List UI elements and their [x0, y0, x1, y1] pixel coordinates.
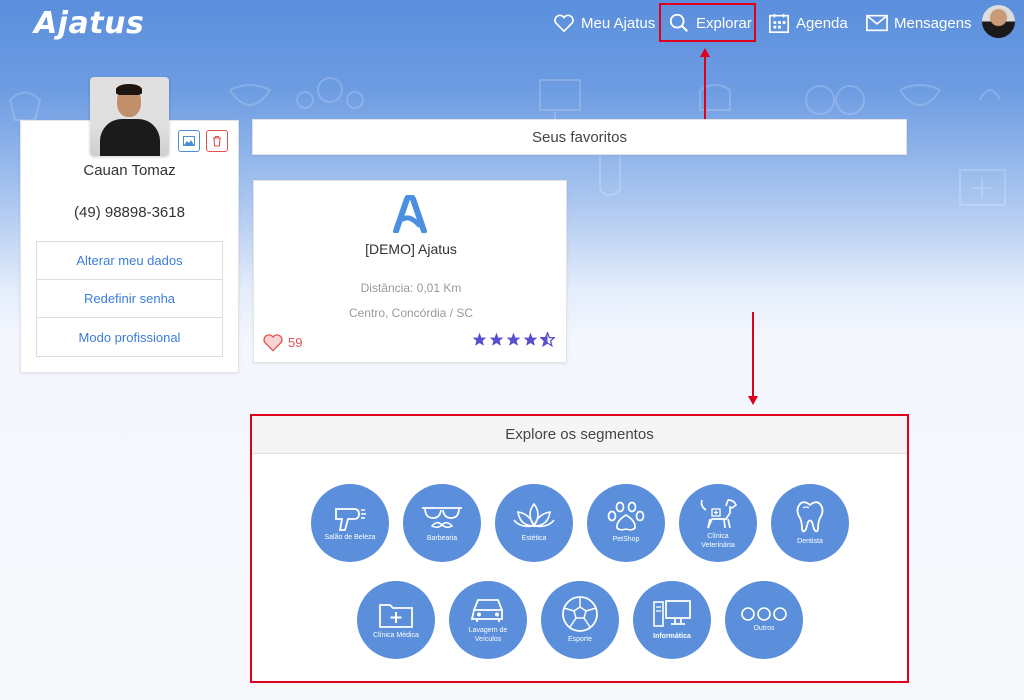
- tooth-icon: [796, 501, 824, 533]
- nav-agenda[interactable]: Agenda: [768, 9, 848, 37]
- explorar-highlight-box: [659, 3, 756, 42]
- segment-label: Informática: [653, 633, 691, 641]
- three-dots-icon: [741, 607, 787, 622]
- lotus-icon: [513, 503, 555, 528]
- app-logo[interactable]: Ajatus: [34, 6, 144, 41]
- star-icon: [489, 332, 504, 346]
- favorite-business-card[interactable]: [DEMO] Ajatus Distância: 0,01 Km Centro,…: [253, 180, 567, 363]
- half-star-icon: [540, 332, 555, 347]
- segment-barbearia[interactable]: Barbearia: [403, 484, 481, 562]
- like-count: 59: [288, 335, 303, 350]
- annotation-arrow-up: [704, 56, 706, 122]
- edit-data-link[interactable]: Alterar meu dados: [37, 242, 222, 280]
- business-distance: Distância: 0,01 Km: [360, 281, 462, 295]
- professional-mode-link[interactable]: Modo profissional: [37, 318, 222, 356]
- nav-mensagens-label: Mensagens: [894, 14, 972, 32]
- segment-petshop[interactable]: PetShop: [587, 484, 665, 562]
- segment-label: Dentista: [797, 538, 823, 546]
- image-icon: [183, 136, 195, 146]
- delete-photo-button[interactable]: [206, 130, 228, 152]
- heart-icon: [554, 14, 574, 33]
- mustache-glasses-icon: [422, 507, 462, 529]
- profile-photo: [90, 77, 169, 156]
- reset-password-link[interactable]: Redefinir senha: [37, 280, 222, 318]
- segment-outros[interactable]: Outros: [725, 581, 803, 659]
- profile-phone: (49) 98898-3618: [74, 204, 185, 221]
- business-name: [DEMO] Ajatus: [365, 241, 457, 257]
- car-icon: [470, 599, 503, 623]
- trash-icon: [213, 135, 221, 147]
- segment-label: Estética: [521, 535, 547, 543]
- annotation-arrow-down: [752, 312, 754, 396]
- segment-label: Clínica Veterinária: [701, 533, 735, 549]
- star-icon: [472, 332, 487, 346]
- business-logo-icon: [393, 195, 427, 233]
- nav-meu-ajatus[interactable]: Meu Ajatus: [553, 9, 655, 37]
- paw-icon: [607, 502, 645, 532]
- heart-icon: [263, 334, 283, 352]
- star-icon: [523, 332, 538, 346]
- segment-label: Clínica Médica: [373, 632, 419, 640]
- computer-icon: [653, 600, 691, 628]
- business-location: Centro, Concórdia / SC: [348, 306, 474, 320]
- top-navbar: Ajatus Meu Ajatus Explorar Agenda Mensag…: [0, 0, 1024, 46]
- user-avatar[interactable]: [982, 5, 1015, 38]
- nav-agenda-label: Agenda: [796, 14, 848, 32]
- profile-name: Cauan Tomaz: [83, 162, 176, 179]
- segment-estetica[interactable]: Estética: [495, 484, 573, 562]
- segment-salao-de-beleza[interactable]: Salão de Beleza: [311, 484, 389, 562]
- segment-clinica-veterinaria[interactable]: Clínica Veterinária: [679, 484, 757, 562]
- nav-meu-ajatus-label: Meu Ajatus: [581, 14, 656, 32]
- segment-label: Lavagem de Veículos: [468, 627, 508, 643]
- annotation-arrow-down-head: [748, 396, 758, 405]
- explore-header: Explore os segmentos: [252, 416, 907, 454]
- segment-lavagem-de-veiculos[interactable]: Lavagem de Veículos: [449, 581, 527, 659]
- segment-label: Salão de Beleza: [324, 534, 376, 542]
- segment-clinica-medica[interactable]: Clínica Médica: [357, 581, 435, 659]
- star-icon: [506, 332, 521, 346]
- nav-mensagens[interactable]: Mensagens: [866, 9, 972, 37]
- envelope-icon: [866, 14, 888, 32]
- segment-label: Esporte: [567, 636, 593, 644]
- segment-esporte[interactable]: Esporte: [541, 581, 619, 659]
- calendar-icon: [769, 13, 789, 33]
- profile-menu: Alterar meu dados Redefinir senha Modo p…: [36, 241, 223, 357]
- favorites-header: Seus favoritos: [252, 119, 907, 155]
- soccer-ball-icon: [562, 596, 598, 633]
- segment-label: Barbearia: [426, 535, 458, 543]
- segment-informatica[interactable]: Informática: [633, 581, 711, 659]
- segment-label: Outros: [753, 625, 775, 633]
- hair-dryer-icon: [335, 508, 366, 532]
- dog-icon: [700, 499, 738, 529]
- rating-stars: [470, 332, 555, 347]
- like-button[interactable]: 59: [262, 333, 302, 352]
- segment-label: PetShop: [612, 536, 640, 544]
- medical-folder-icon: [379, 604, 413, 629]
- change-photo-button[interactable]: [178, 130, 200, 152]
- segment-dentista[interactable]: Dentista: [771, 484, 849, 562]
